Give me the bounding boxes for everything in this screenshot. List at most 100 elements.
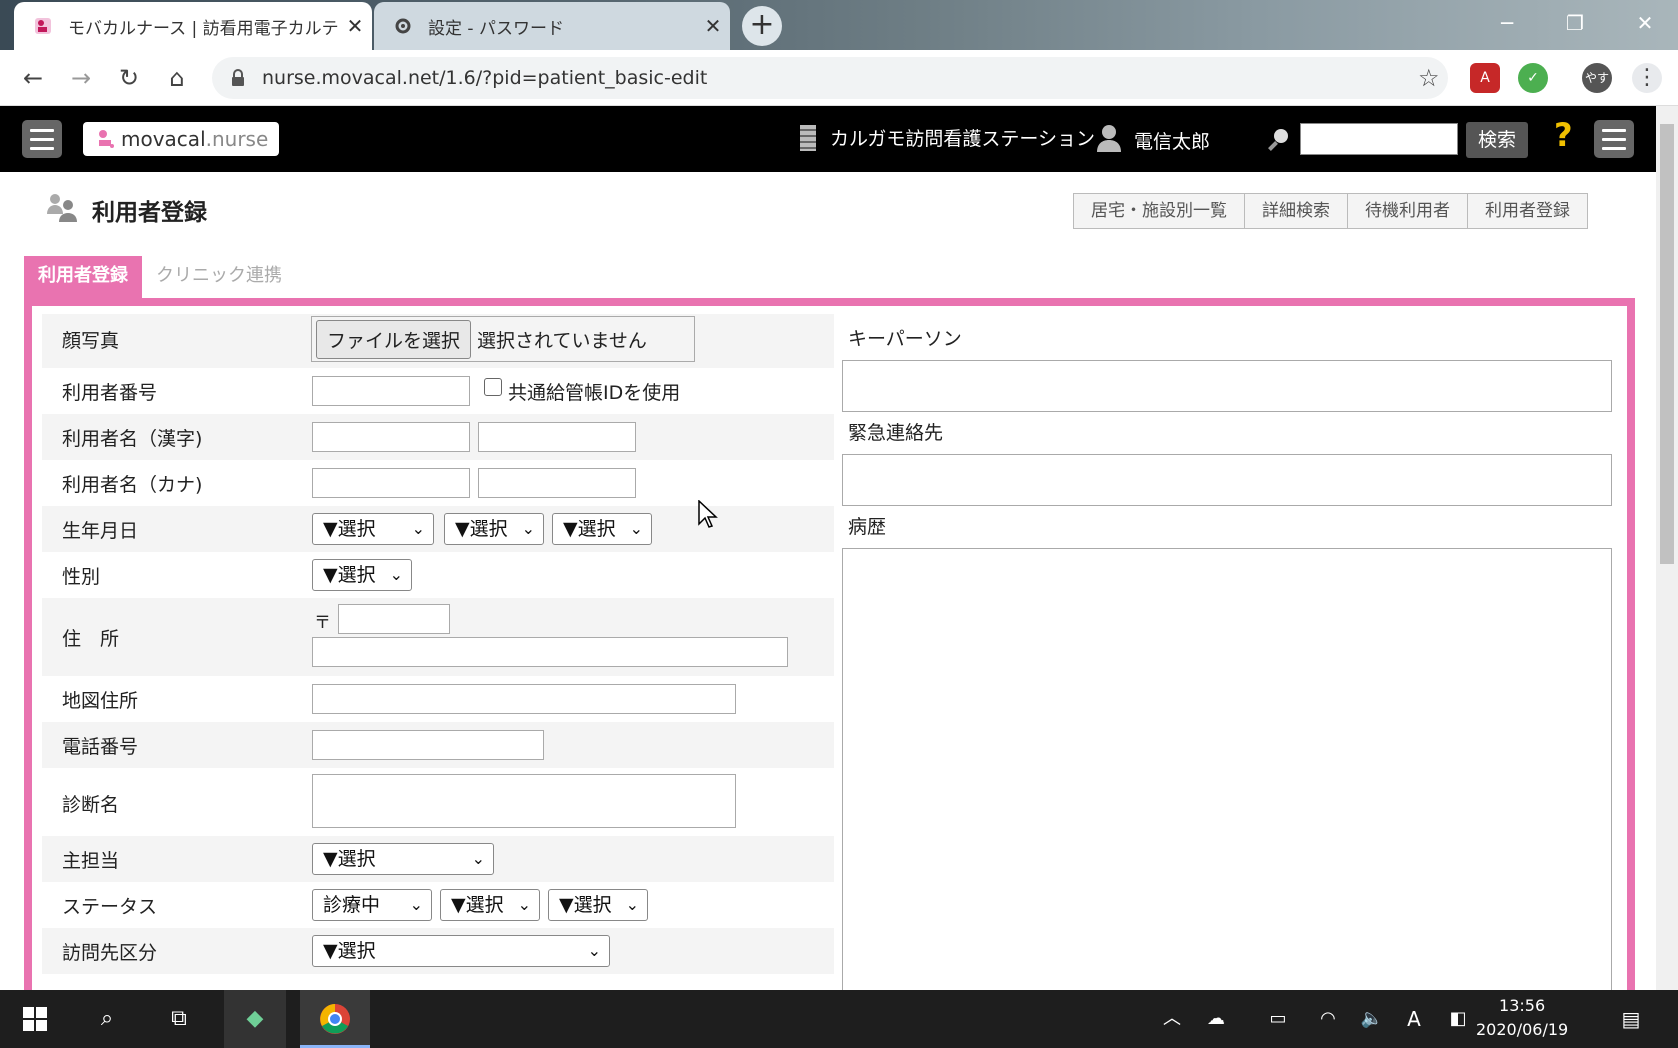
tray-chevron-up-icon[interactable]: ︿: [1152, 990, 1192, 1048]
name-kanji-row: 利用者名（漢字): [42, 414, 834, 460]
onedrive-icon[interactable]: ☁: [1196, 990, 1236, 1048]
wifi-icon[interactable]: ◠: [1308, 990, 1348, 1048]
app-logo[interactable]: movacal .nurse: [83, 122, 279, 156]
diagnosis-textarea[interactable]: [312, 774, 736, 828]
last-name-kanji-input[interactable]: [312, 422, 470, 452]
browser-menu-icon[interactable]: ⋮: [1632, 63, 1662, 93]
minimize-icon[interactable]: ─: [1484, 6, 1530, 40]
current-user[interactable]: 電信太郎: [1096, 124, 1210, 157]
birth-month-select[interactable]: ▼選択 ⌄: [444, 513, 544, 545]
postal-mark: 〒: [314, 613, 331, 633]
photo-row: 顔写真 ファイルを選択 選択されていません: [42, 314, 834, 368]
app-icon[interactable]: ◆: [224, 990, 286, 1048]
station-name: カルガモ訪問看護ステーション: [800, 124, 1095, 151]
history-textarea[interactable]: [842, 548, 1612, 1008]
phone-row: 電話番号: [42, 722, 834, 768]
shared-id-checkbox[interactable]: [484, 378, 502, 396]
chevron-down-icon: ⌄: [625, 895, 639, 914]
scrollbar-thumb[interactable]: [1660, 124, 1674, 564]
restore-icon[interactable]: ❐: [1552, 6, 1598, 40]
phone-input[interactable]: [312, 730, 544, 760]
address-input[interactable]: [312, 637, 788, 667]
pdf-extension-icon[interactable]: A: [1470, 63, 1500, 93]
chevron-down-icon: ⌄: [587, 941, 601, 960]
windows-taskbar: ⌕ ⧉ ◆ ︿ ☁ ▭ ◠ 🔈 A ◧ 13:56 2020/06/19 ▤: [0, 990, 1678, 1048]
status-row: ステータス 診療中 ⌄ ▼選択 ⌄ ▼選択 ⌄: [42, 882, 834, 928]
close-tab-icon[interactable]: ✕: [338, 14, 372, 38]
extension-icon[interactable]: ✓: [1518, 63, 1548, 93]
tab-clinic-link[interactable]: クリニック連携: [142, 256, 296, 298]
bookmark-star-icon[interactable]: ☆: [1418, 64, 1448, 92]
phone-label: 電話番号: [62, 736, 139, 758]
address-row: 住 所 〒: [42, 598, 834, 676]
right-menu-icon[interactable]: [1594, 120, 1634, 158]
status-select-2[interactable]: ▼選択 ⌄: [440, 889, 540, 921]
browser-tab-active[interactable]: モバカルナース | 訪看用電子カルテ ✕: [14, 2, 372, 50]
clock-time: 13:56: [1499, 996, 1546, 1015]
windows-start-icon[interactable]: [4, 990, 66, 1048]
browser-tab-settings[interactable]: 設定 - パスワード ✕: [374, 2, 730, 50]
user-number-row: 利用者番号 共通給管帳IDを使用: [42, 368, 834, 414]
last-name-kana-input[interactable]: [312, 468, 470, 498]
url-bar[interactable]: nurse.movacal.net/1.6/?pid=patient_basic…: [212, 57, 1448, 99]
birth-day-select[interactable]: ▼選択 ⌄: [552, 513, 652, 545]
status-select-3[interactable]: ▼選択 ⌄: [548, 889, 648, 921]
keyperson-textarea[interactable]: [842, 360, 1612, 412]
gender-row: 性別 ▼選択 ⌄: [42, 552, 834, 598]
form-tabs: 利用者登録 クリニック連携: [24, 256, 296, 298]
chrome-icon[interactable]: [300, 990, 370, 1048]
chevron-down-icon: ⌄: [411, 519, 425, 538]
task-view-icon[interactable]: ⧉: [148, 990, 210, 1048]
status-select[interactable]: 診療中 ⌄: [312, 889, 432, 921]
gender-select[interactable]: ▼選択 ⌄: [312, 559, 412, 591]
first-name-kana-input[interactable]: [478, 468, 636, 498]
visit-type-select[interactable]: ▼選択 ⌄: [312, 935, 610, 967]
search-button[interactable]: 検索: [1466, 122, 1528, 158]
page-title: 利用者登録: [46, 192, 207, 228]
search-icon[interactable]: ⌕: [76, 990, 138, 1048]
profile-avatar[interactable]: やす: [1582, 63, 1612, 93]
keyperson-label: キーパーソン: [848, 328, 962, 350]
new-tab-button[interactable]: +: [742, 6, 782, 46]
ime-mode-icon[interactable]: ◧: [1438, 990, 1478, 1048]
page-scrollbar[interactable]: [1656, 106, 1678, 990]
diagnosis-row: 診断名: [42, 768, 834, 836]
volume-icon[interactable]: 🔈: [1352, 990, 1392, 1048]
history-label: 病歴: [848, 516, 887, 538]
clock-date: 2020/06/19: [1476, 1020, 1569, 1039]
subnav-user-register[interactable]: 利用者登録: [1468, 194, 1587, 228]
battery-icon[interactable]: ▭: [1258, 990, 1298, 1048]
notification-icon[interactable]: ▤: [1606, 990, 1656, 1048]
emergency-textarea[interactable]: [842, 454, 1612, 506]
subnav-waiting-users[interactable]: 待機利用者: [1348, 194, 1468, 228]
home-icon[interactable]: ⌂: [160, 62, 194, 96]
system-clock[interactable]: 13:56 2020/06/19: [1476, 994, 1568, 1042]
forward-icon[interactable]: →: [64, 62, 98, 96]
ime-icon[interactable]: A: [1394, 990, 1434, 1048]
back-icon[interactable]: ←: [16, 62, 50, 96]
address-toolbar: ← → ↻ ⌂ nurse.movacal.net/1.6/?pid=patie…: [0, 50, 1678, 106]
search-icon: [1266, 126, 1292, 156]
close-tab-icon[interactable]: ✕: [696, 14, 730, 38]
first-name-kanji-input[interactable]: [478, 422, 636, 452]
help-icon[interactable]: ?: [1554, 116, 1573, 154]
user-icon: [1096, 124, 1122, 157]
user-number-input[interactable]: [312, 376, 470, 406]
shared-id-label: 共通給管帳IDを使用: [508, 382, 681, 404]
birth-year-select[interactable]: ▼選択 ⌄: [312, 513, 434, 545]
map-address-input[interactable]: [312, 684, 736, 714]
search-input[interactable]: [1300, 123, 1458, 155]
subnav-detail-search[interactable]: 詳細検索: [1245, 194, 1348, 228]
close-window-icon[interactable]: ✕: [1622, 6, 1668, 40]
app-header: movacal .nurse カルガモ訪問看護ステーション 電信太郎 検索 ?: [0, 106, 1656, 172]
tab-user-register[interactable]: 利用者登録: [24, 256, 142, 298]
logo-mark-icon: [95, 128, 117, 150]
subnav-facility-list[interactable]: 居宅・施設別一覧: [1074, 194, 1245, 228]
reload-icon[interactable]: ↻: [112, 62, 146, 96]
map-address-row: 地図住所: [42, 676, 834, 722]
left-menu-icon[interactable]: [22, 120, 62, 158]
postal-code-input[interactable]: [338, 604, 450, 634]
choose-file-button[interactable]: ファイルを選択: [316, 319, 472, 359]
primary-staff-select[interactable]: ▼選択 ⌄: [312, 843, 494, 875]
sub-navigation: 居宅・施設別一覧 詳細検索 待機利用者 利用者登録: [1073, 193, 1588, 229]
